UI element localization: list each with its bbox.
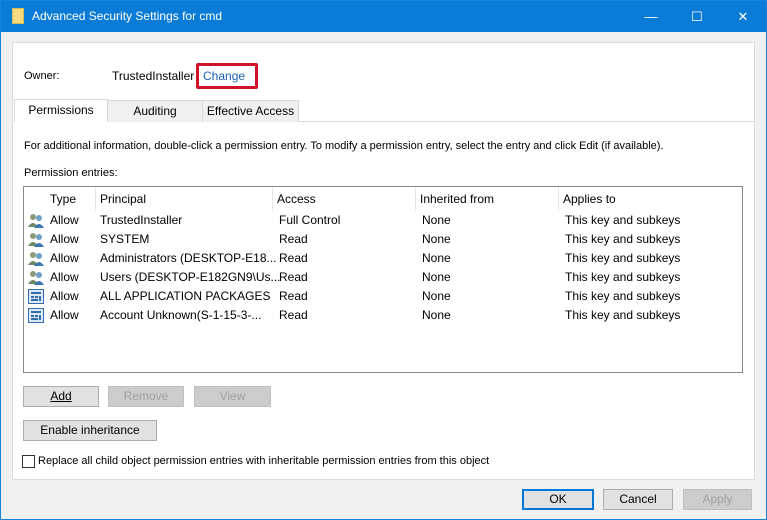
cell-access: Read	[279, 308, 308, 322]
cell-principal: TrustedInstaller	[100, 213, 183, 227]
cell-inherited-from: None	[422, 232, 451, 246]
table-row[interactable]: Allow Administrators (DESKTOP-E18... Read N…	[24, 249, 742, 268]
cell-inherited-from: None	[422, 251, 451, 265]
ok-button[interactable]: OK	[522, 489, 594, 510]
cell-applies-to: This key and subkeys	[565, 289, 681, 303]
view-button[interactable]: View	[194, 386, 271, 407]
remove-button[interactable]: Remove	[108, 386, 184, 407]
permission-entries-list[interactable]: Type Principal Access Inherited from App…	[23, 186, 743, 373]
cell-principal: SYSTEM	[100, 232, 150, 246]
title-bar: Advanced Security Settings for cmd — ☐ ✕	[1, 1, 766, 32]
table-row[interactable]: Allow SYSTEM Read None This key and subkeys	[24, 230, 742, 249]
add-button-label: Add	[50, 389, 72, 403]
cell-inherited-from: None	[422, 270, 451, 284]
folder-icon	[12, 8, 24, 24]
cell-type: Allow	[50, 232, 79, 246]
replace-child-permissions-label: Replace all child object permission entr…	[38, 455, 490, 467]
table-row[interactable]: Allow Account Unknown(S-1-15-3-... Read Non…	[24, 306, 742, 325]
column-header-applies-to[interactable]: Applies to	[559, 187, 742, 211]
cell-access: Read	[279, 270, 308, 284]
users-icon	[28, 213, 44, 228]
replace-child-permissions-checkbox[interactable]	[22, 455, 35, 468]
info-text: For additional information, double-click…	[24, 140, 664, 152]
cell-applies-to: This key and subkeys	[565, 308, 681, 322]
cell-applies-to: This key and subkeys	[565, 232, 681, 246]
cell-type: Allow	[50, 270, 79, 284]
cell-principal: Users (DESKTOP-E182GN9\Us...	[100, 270, 281, 284]
cell-principal: Account Unknown(S-1-15-3-...	[100, 308, 262, 322]
table-row[interactable]: Allow Users (DESKTOP-E182GN9\Us... Read Non…	[24, 268, 742, 287]
cell-inherited-from: None	[422, 289, 451, 303]
add-button[interactable]: Add	[23, 386, 99, 407]
app-package-icon	[28, 289, 44, 304]
tab-auditing[interactable]: Auditing	[107, 100, 203, 122]
cell-access: Read	[279, 251, 308, 265]
table-row[interactable]: Allow ALL APPLICATION PACKAGES Read None Thi…	[24, 287, 742, 306]
minimize-button[interactable]: —	[628, 1, 674, 32]
column-header-inherited-from[interactable]: Inherited from	[416, 187, 559, 211]
column-header-principal[interactable]: Principal	[96, 187, 273, 211]
cell-applies-to: This key and subkeys	[565, 213, 681, 227]
column-header-type[interactable]: Type	[46, 187, 96, 211]
cell-principal: ALL APPLICATION PACKAGES	[100, 289, 271, 303]
tab-effective-access[interactable]: Effective Access	[202, 100, 299, 122]
users-icon	[28, 270, 44, 285]
window-title: Advanced Security Settings for cmd	[32, 9, 223, 23]
table-row[interactable]: Allow TrustedInstaller Full Control None Thi…	[24, 211, 742, 230]
permission-entries-label: Permission entries:	[24, 167, 118, 179]
cell-applies-to: This key and subkeys	[565, 270, 681, 284]
tab-permissions[interactable]: Permissions	[14, 99, 108, 122]
cell-access: Read	[279, 232, 308, 246]
cancel-button[interactable]: Cancel	[603, 489, 673, 510]
owner-value: TrustedInstaller	[112, 69, 195, 83]
app-package-icon	[28, 308, 44, 323]
cell-applies-to: This key and subkeys	[565, 251, 681, 265]
cell-principal: Administrators (DESKTOP-E18...	[100, 251, 277, 265]
maximize-button[interactable]: ☐	[674, 1, 720, 32]
cell-type: Allow	[50, 308, 79, 322]
cell-type: Allow	[50, 251, 79, 265]
cell-access: Read	[279, 289, 308, 303]
cell-access: Full Control	[279, 213, 341, 227]
change-owner-link[interactable]: Change	[203, 69, 245, 83]
owner-label: Owner:	[24, 70, 60, 82]
enable-inheritance-button[interactable]: Enable inheritance	[23, 420, 157, 441]
apply-button[interactable]: Apply	[683, 489, 752, 510]
users-icon	[28, 232, 44, 247]
users-icon	[28, 251, 44, 266]
cell-type: Allow	[50, 289, 79, 303]
close-button[interactable]: ✕	[720, 1, 766, 32]
cell-inherited-from: None	[422, 308, 451, 322]
column-header-access[interactable]: Access	[273, 187, 416, 211]
cell-inherited-from: None	[422, 213, 451, 227]
cell-type: Allow	[50, 213, 79, 227]
